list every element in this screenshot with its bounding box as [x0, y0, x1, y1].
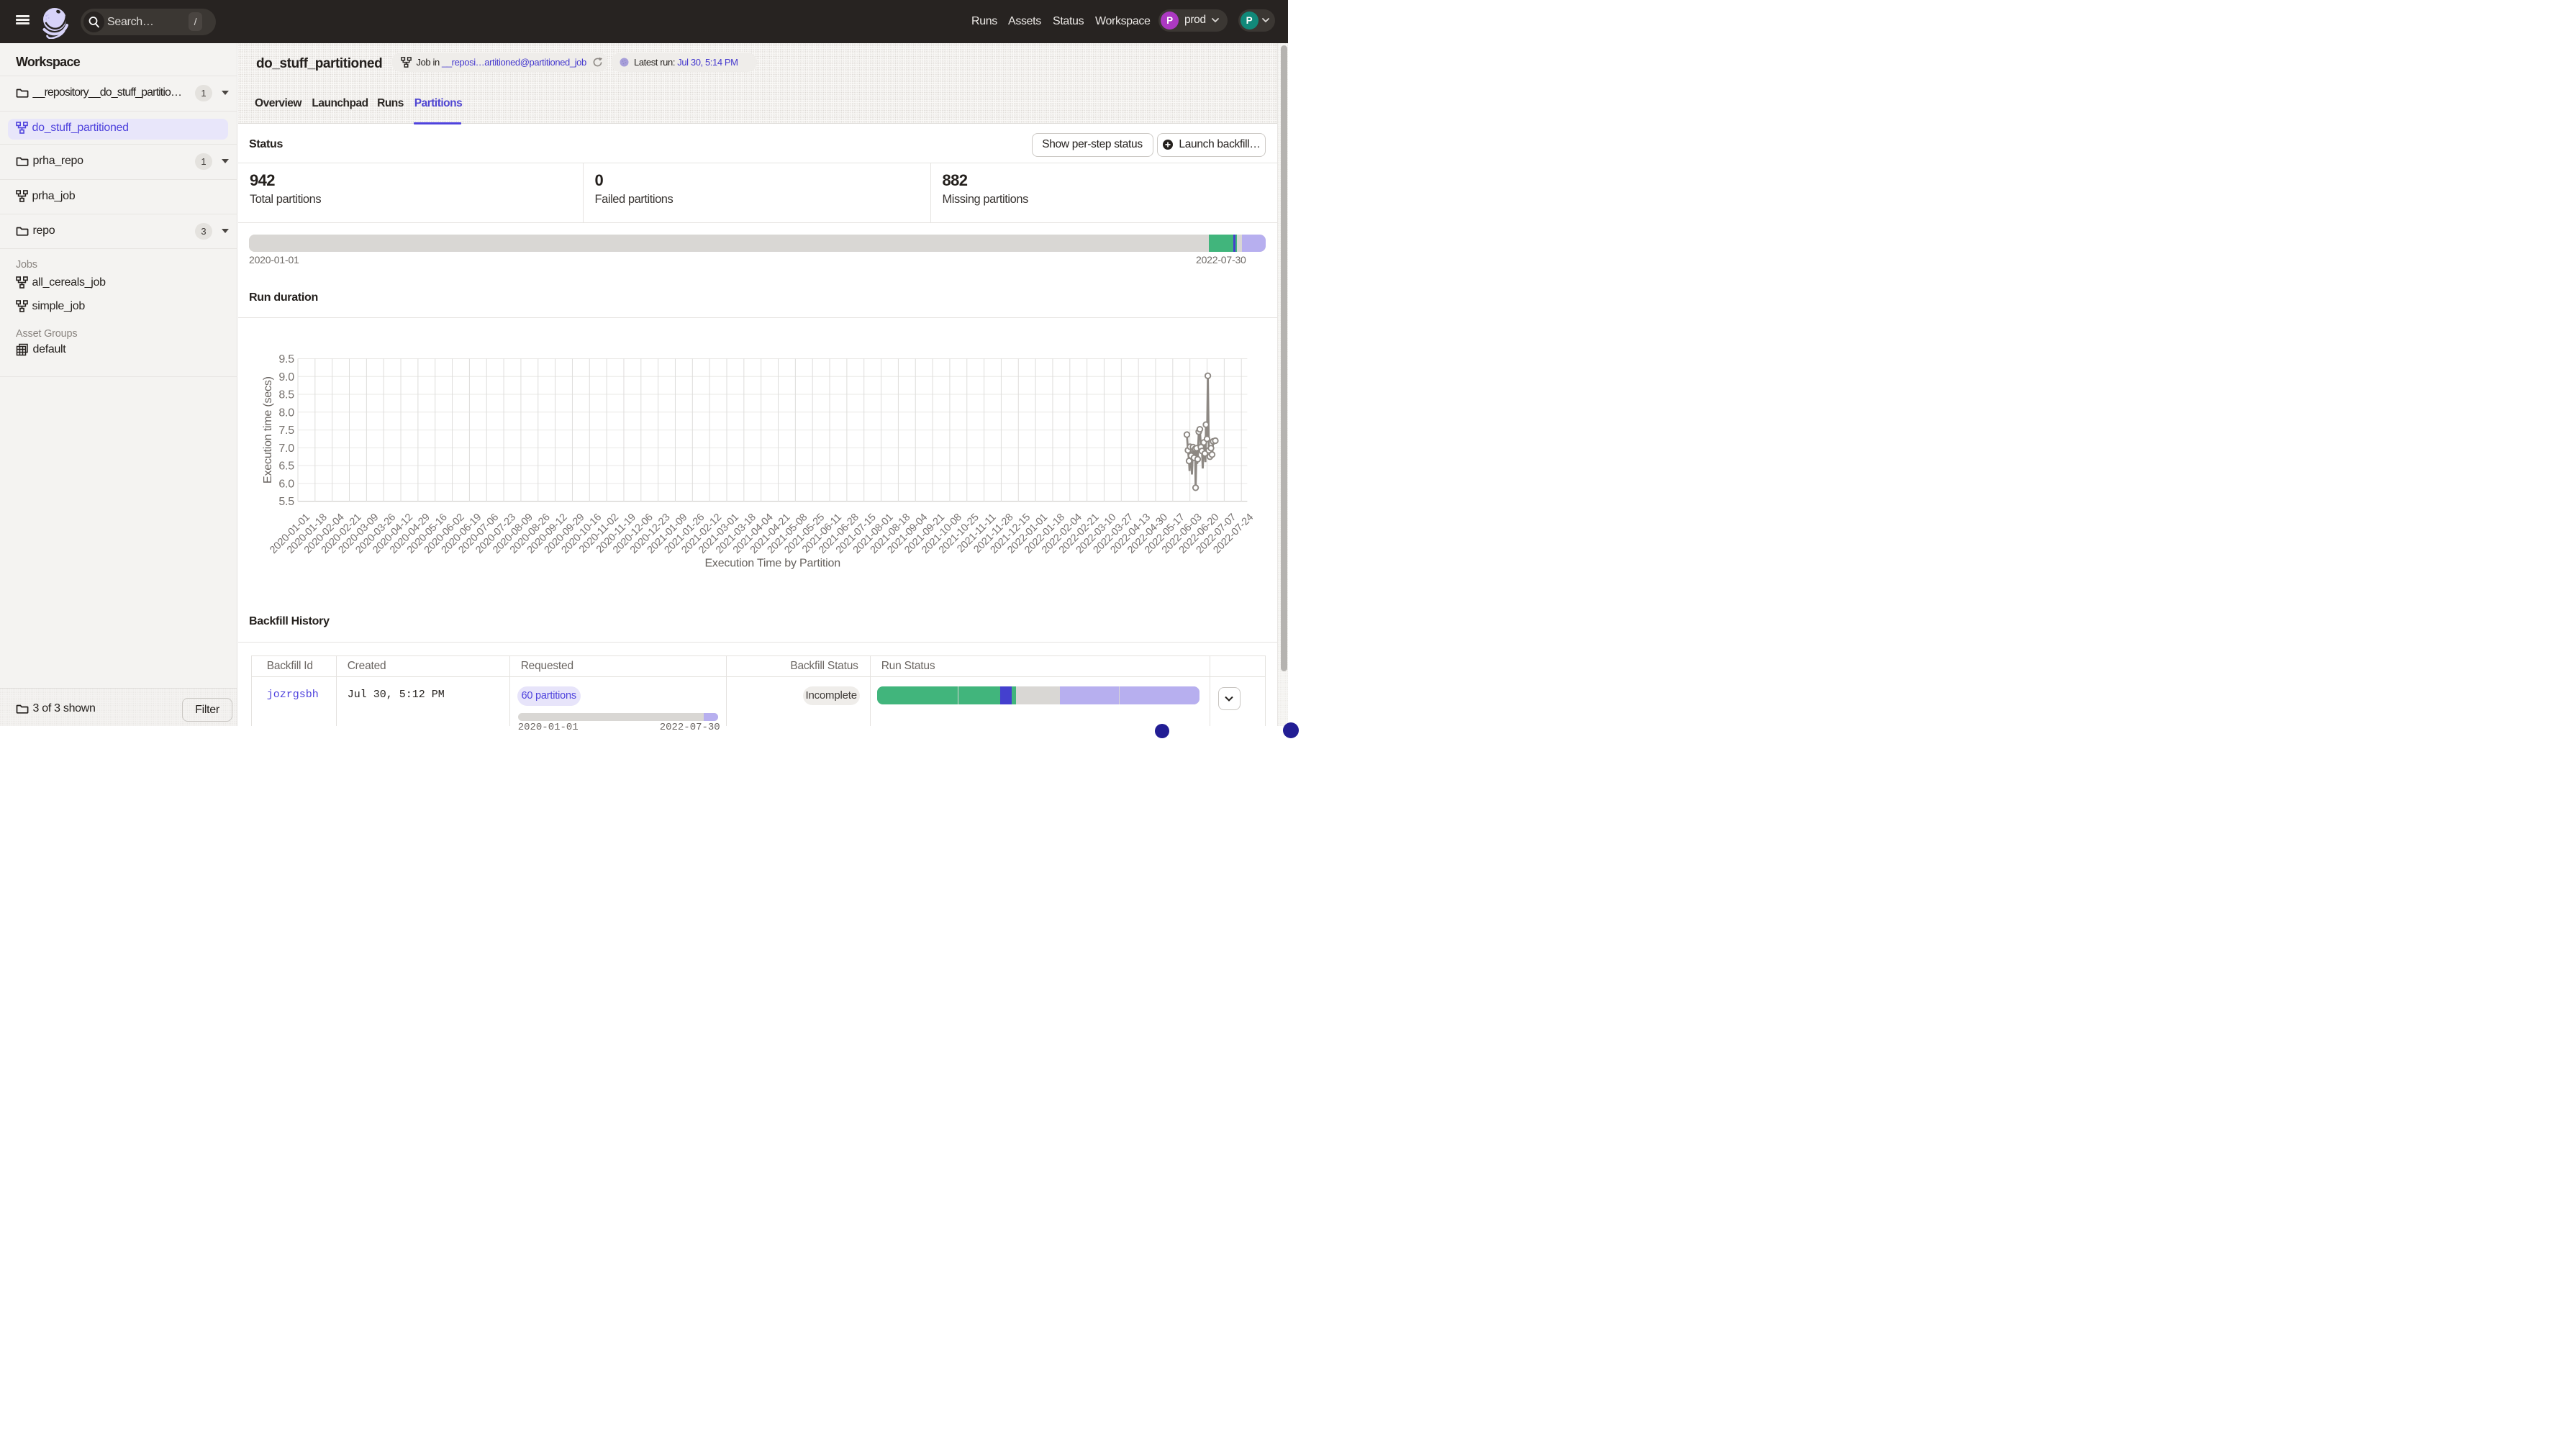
svg-text:9.0: 9.0	[278, 371, 294, 384]
svg-text:6.5: 6.5	[278, 460, 294, 473]
svg-text:9.5: 9.5	[278, 353, 294, 366]
svg-text:8.5: 8.5	[278, 389, 294, 401]
svg-text:6.0: 6.0	[278, 478, 294, 490]
svg-text:8.0: 8.0	[278, 407, 294, 419]
svg-text:5.5: 5.5	[278, 496, 294, 508]
svg-text:7.0: 7.0	[278, 443, 294, 455]
svg-text:7.5: 7.5	[278, 425, 294, 437]
svg-text:Execution Time by Partition: Execution Time by Partition	[704, 558, 840, 570]
svg-text:Execution time (secs): Execution time (secs)	[262, 376, 274, 484]
